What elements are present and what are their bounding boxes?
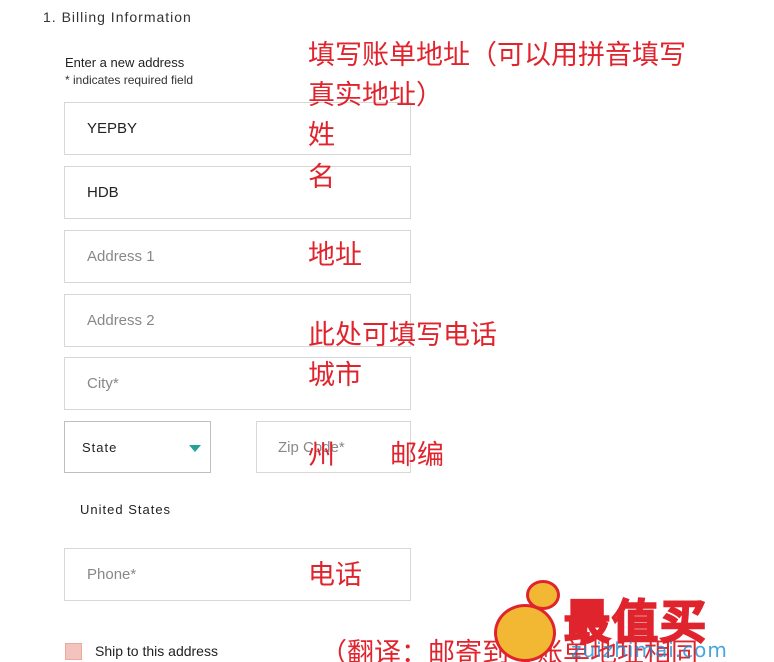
ship-to-address-label[interactable]: Ship to this address: [95, 643, 218, 659]
last-name-input[interactable]: [65, 167, 410, 218]
annotation-billing-line2: 真实地址）: [308, 80, 443, 111]
state-select-value: State: [82, 440, 118, 455]
country-label: United States: [80, 502, 172, 517]
state-select[interactable]: State: [64, 421, 211, 473]
annotation-phone-here: 此处可填写电话: [308, 320, 497, 351]
logo-url-text: zuizhimai.com: [571, 638, 728, 662]
annotation-billing-line1: 填写账单地址（可以用拼音填写: [308, 40, 686, 71]
annotation-address: 地址: [308, 240, 362, 271]
annotation-zip: 邮编: [390, 440, 444, 471]
required-note: * indicates required field: [65, 73, 194, 87]
ship-to-address-checkbox[interactable]: [65, 643, 82, 660]
annotation-name2: 名: [308, 162, 335, 193]
form-subtitle: Enter a new address: [65, 55, 185, 70]
annotation-state: 州: [308, 440, 335, 471]
section-title: 1. Billing Information: [43, 9, 192, 25]
annotation-name1: 姓: [308, 120, 335, 151]
annotation-city: 城市: [308, 360, 362, 391]
brand-logo: 最值买 zuizhimai.com: [486, 576, 774, 662]
last-name-field[interactable]: [64, 166, 411, 219]
annotation-phone: 电话: [308, 560, 362, 591]
gourd-icon: [494, 604, 556, 662]
caret-down-icon: [189, 445, 201, 452]
